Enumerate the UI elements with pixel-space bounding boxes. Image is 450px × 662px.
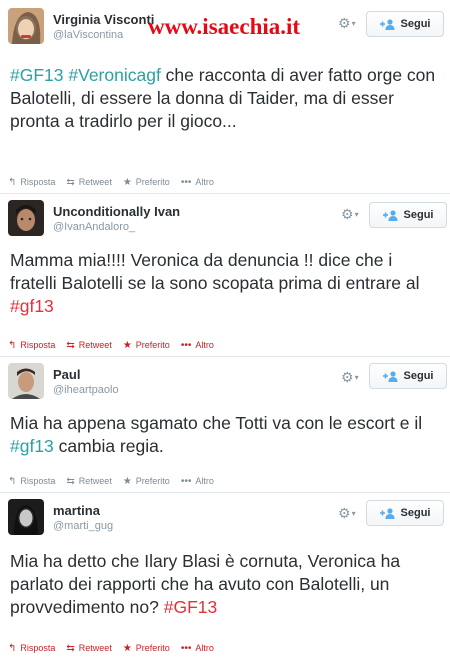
more-button[interactable]: ••• Altro bbox=[181, 177, 214, 188]
tweet-3: Paul @iheartpaolo ⚙▾ Segui Mia ha appena… bbox=[0, 357, 450, 492]
user-handle[interactable]: @iheartpaolo bbox=[53, 384, 119, 396]
retweet-icon: ⇆ bbox=[66, 339, 75, 351]
tweet-actions: ↰ Risposta ⇆ Retweet ★ Preferito ••• Altro bbox=[8, 641, 225, 655]
tweet-body: Mamma mia!!!! Veronica da denuncia !! di… bbox=[10, 250, 420, 293]
gear-icon[interactable]: ⚙▾ bbox=[341, 207, 363, 221]
follow-label: Segui bbox=[403, 370, 434, 382]
user-name[interactable]: Unconditionally Ivan bbox=[53, 204, 180, 219]
reply-icon: ↰ bbox=[8, 642, 17, 654]
tweet-body: Mia ha appena sgamato che Totti va con l… bbox=[10, 413, 423, 433]
follow-button[interactable]: Segui bbox=[366, 11, 444, 37]
user-handle[interactable]: @laViscontina bbox=[53, 29, 123, 41]
hashtag[interactable]: #gf13 bbox=[10, 436, 54, 456]
favorite-button[interactable]: ★ Preferito bbox=[123, 643, 170, 654]
avatar[interactable] bbox=[8, 200, 44, 236]
follow-user-icon bbox=[379, 18, 395, 30]
star-icon: ★ bbox=[122, 339, 132, 351]
retweet-button[interactable]: ⇆ Retweet bbox=[66, 476, 111, 487]
hashtag[interactable]: #Veronicagf bbox=[68, 65, 160, 85]
reply-button[interactable]: ↰ Risposta bbox=[8, 177, 55, 188]
tweet-4: martina @marti_gug ⚙▾ Segui Mia ha detto… bbox=[0, 493, 450, 662]
user-name[interactable]: martina bbox=[53, 503, 100, 518]
retweet-button[interactable]: ⇆ Retweet bbox=[66, 177, 111, 188]
follow-button[interactable]: Segui bbox=[366, 500, 444, 526]
follow-button[interactable]: Segui bbox=[369, 363, 447, 389]
more-button[interactable]: ••• Altro bbox=[181, 643, 214, 654]
reply-icon: ↰ bbox=[8, 475, 17, 487]
more-icon: ••• bbox=[180, 176, 192, 188]
more-icon: ••• bbox=[180, 642, 192, 654]
retweet-icon: ⇆ bbox=[66, 176, 75, 188]
reply-button[interactable]: ↰ Risposta bbox=[8, 643, 55, 654]
avatar[interactable] bbox=[8, 363, 44, 399]
tweet-actions: ↰ Risposta ⇆ Retweet ★ Preferito ••• Altro bbox=[8, 474, 225, 488]
avatar[interactable] bbox=[8, 499, 44, 535]
hashtag[interactable]: #GF13 bbox=[10, 65, 64, 85]
watermark: www.isaechia.it bbox=[148, 14, 301, 39]
tweet-text: Mia ha detto che Ilary Blasi è cornuta, … bbox=[10, 550, 440, 619]
follow-label: Segui bbox=[403, 209, 434, 221]
retweet-icon: ⇆ bbox=[66, 475, 75, 487]
reply-icon: ↰ bbox=[8, 176, 17, 188]
star-icon: ★ bbox=[122, 475, 132, 487]
hashtag[interactable]: #GF13 bbox=[164, 597, 218, 617]
reply-icon: ↰ bbox=[8, 339, 17, 351]
user-handle[interactable]: @marti_gug bbox=[53, 520, 113, 532]
hashtag[interactable]: #gf13 bbox=[10, 296, 54, 316]
favorite-button[interactable]: ★ Preferito bbox=[123, 177, 170, 188]
avatar[interactable] bbox=[8, 8, 44, 44]
reply-button[interactable]: ↰ Risposta bbox=[8, 476, 55, 487]
user-name[interactable]: Paul bbox=[53, 367, 80, 382]
more-icon: ••• bbox=[180, 339, 192, 351]
follow-label: Segui bbox=[400, 507, 431, 519]
more-button[interactable]: ••• Altro bbox=[181, 476, 214, 487]
star-icon: ★ bbox=[122, 642, 132, 654]
follow-user-icon bbox=[382, 209, 398, 221]
favorite-button[interactable]: ★ Preferito bbox=[123, 340, 170, 351]
tweet-actions: ↰ Risposta ⇆ Retweet ★ Preferito ••• Altro bbox=[8, 338, 225, 352]
favorite-button[interactable]: ★ Preferito bbox=[123, 476, 170, 487]
tweet-text: Mamma mia!!!! Veronica da denuncia !! di… bbox=[10, 249, 440, 318]
star-icon: ★ bbox=[122, 176, 132, 188]
retweet-button[interactable]: ⇆ Retweet bbox=[66, 340, 111, 351]
gear-icon[interactable]: ⚙▾ bbox=[341, 370, 363, 384]
gear-icon[interactable]: ⚙▾ bbox=[338, 506, 360, 520]
follow-button[interactable]: Segui bbox=[369, 202, 447, 228]
more-icon: ••• bbox=[180, 475, 192, 487]
more-button[interactable]: ••• Altro bbox=[181, 340, 214, 351]
retweet-button[interactable]: ⇆ Retweet bbox=[66, 643, 111, 654]
tweet-1: Virginia Visconti @laViscontina ⚙▾ Segui… bbox=[0, 0, 450, 193]
follow-user-icon bbox=[379, 507, 395, 519]
tweet-text: #GF13 #Veronicagf che racconta di aver f… bbox=[10, 64, 440, 133]
tweet-2: Unconditionally Ivan @IvanAndaloro_ ⚙▾ S… bbox=[0, 194, 450, 356]
follow-user-icon bbox=[382, 370, 398, 382]
gear-icon[interactable]: ⚙▾ bbox=[338, 16, 360, 30]
user-handle[interactable]: @IvanAndaloro_ bbox=[53, 221, 135, 233]
retweet-icon: ⇆ bbox=[66, 642, 75, 654]
tweet-actions: ↰ Risposta ⇆ Retweet ★ Preferito ••• Altro bbox=[8, 175, 225, 189]
reply-button[interactable]: ↰ Risposta bbox=[8, 340, 55, 351]
tweet-text: Mia ha appena sgamato che Totti va con l… bbox=[10, 413, 423, 456]
follow-label: Segui bbox=[400, 18, 431, 30]
user-name[interactable]: Virginia Visconti bbox=[53, 12, 154, 27]
